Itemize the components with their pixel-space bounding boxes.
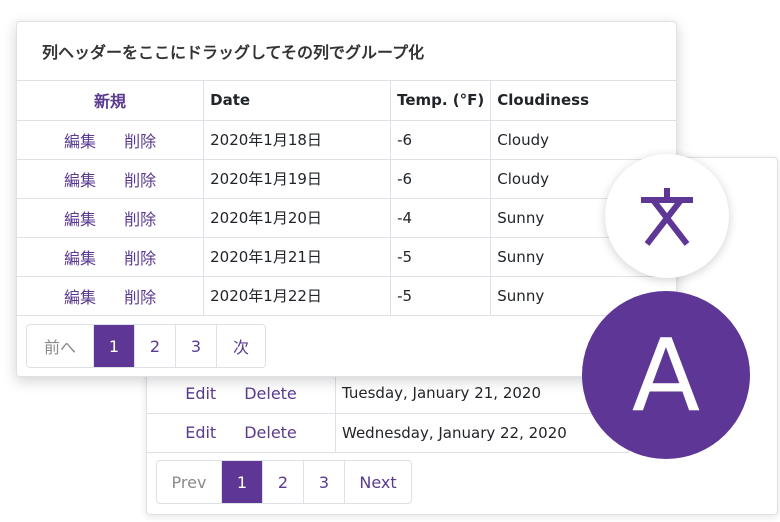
page-3-button[interactable]: 3 [304,461,345,503]
language-letter: A [631,316,701,434]
next-page-button[interactable]: 次 [217,325,265,367]
group-panel[interactable]: 列ヘッダーをここにドラッグしてその列でグループ化 [17,22,676,81]
date-cell: 2020年1月18日 [203,120,392,160]
delete-button[interactable]: Delete [244,384,297,403]
translate-icon [641,188,693,246]
temp-header[interactable]: Temp. (°F) [390,81,492,121]
delete-button[interactable]: 削除 [124,132,156,151]
page-1-button[interactable]: 1 [94,325,135,367]
date-cell: 2020年1月20日 [203,198,392,238]
table-row: Edit Delete Wednesday, January 22, 2020 [147,413,629,453]
temp-cell: -5 [390,276,492,316]
edit-button[interactable]: Edit [185,423,216,442]
delete-button[interactable]: 削除 [124,210,156,229]
header-row: 新規 Date Temp. (°F) Cloudiness [17,81,676,121]
date-cell: 2020年1月22日 [203,276,392,316]
new-button[interactable]: 新規 [94,92,126,111]
table-row: 編集 削除 2020年1月19日 -6 Cloudy [17,159,676,199]
date-cell: 2020年1月19日 [203,159,392,199]
edit-button[interactable]: 編集 [64,171,96,190]
edit-button[interactable]: 編集 [64,132,96,151]
japanese-grid: 列ヘッダーをここにドラッグしてその列でグループ化 新規 Date Temp. (… [16,21,677,377]
table-row: Edit Delete Tuesday, January 21, 2020 [147,374,629,414]
page-2-button[interactable]: 2 [263,461,304,503]
date-cell: Wednesday, January 22, 2020 [335,413,629,453]
delete-button[interactable]: 削除 [124,171,156,190]
cloudiness-cell: Cloudy [490,120,676,160]
translate-badge [605,154,729,278]
temp-cell: -6 [390,159,492,199]
prev-page-button[interactable]: 前へ [27,325,94,367]
prev-page-button[interactable]: Prev [157,461,222,503]
temp-cell: -4 [390,198,492,238]
cloudiness-header[interactable]: Cloudiness [490,81,676,121]
edit-button[interactable]: 編集 [64,288,96,307]
english-grid-table: Edit Delete Tuesday, January 21, 2020 Edi… [147,374,629,453]
table-row: 編集 削除 2020年1月18日 -6 Cloudy [17,120,676,160]
english-pager: Prev 1 2 3 Next [156,460,412,504]
next-page-button[interactable]: Next [345,461,411,503]
table-row: 編集 削除 2020年1月21日 -5 Sunny [17,237,676,277]
edit-button[interactable]: 編集 [64,249,96,268]
delete-button[interactable]: 削除 [124,249,156,268]
language-a-badge: A [582,291,750,459]
table-row: 編集 削除 2020年1月20日 -4 Sunny [17,198,676,238]
edit-button[interactable]: 編集 [64,210,96,229]
page-3-button[interactable]: 3 [176,325,217,367]
delete-button[interactable]: Delete [244,423,297,442]
date-header[interactable]: Date [203,81,392,121]
japanese-pager: 前へ 1 2 3 次 [26,324,266,368]
table-row: 編集 削除 2020年1月22日 -5 Sunny [17,276,676,316]
edit-button[interactable]: Edit [185,384,216,403]
page-2-button[interactable]: 2 [135,325,176,367]
page-1-button[interactable]: 1 [222,461,263,503]
temp-cell: -6 [390,120,492,160]
japanese-grid-table: 新規 Date Temp. (°F) Cloudiness 編集 削除 2020年… [17,81,676,316]
delete-button[interactable]: 削除 [124,288,156,307]
date-cell: 2020年1月21日 [203,237,392,277]
temp-cell: -5 [390,237,492,277]
